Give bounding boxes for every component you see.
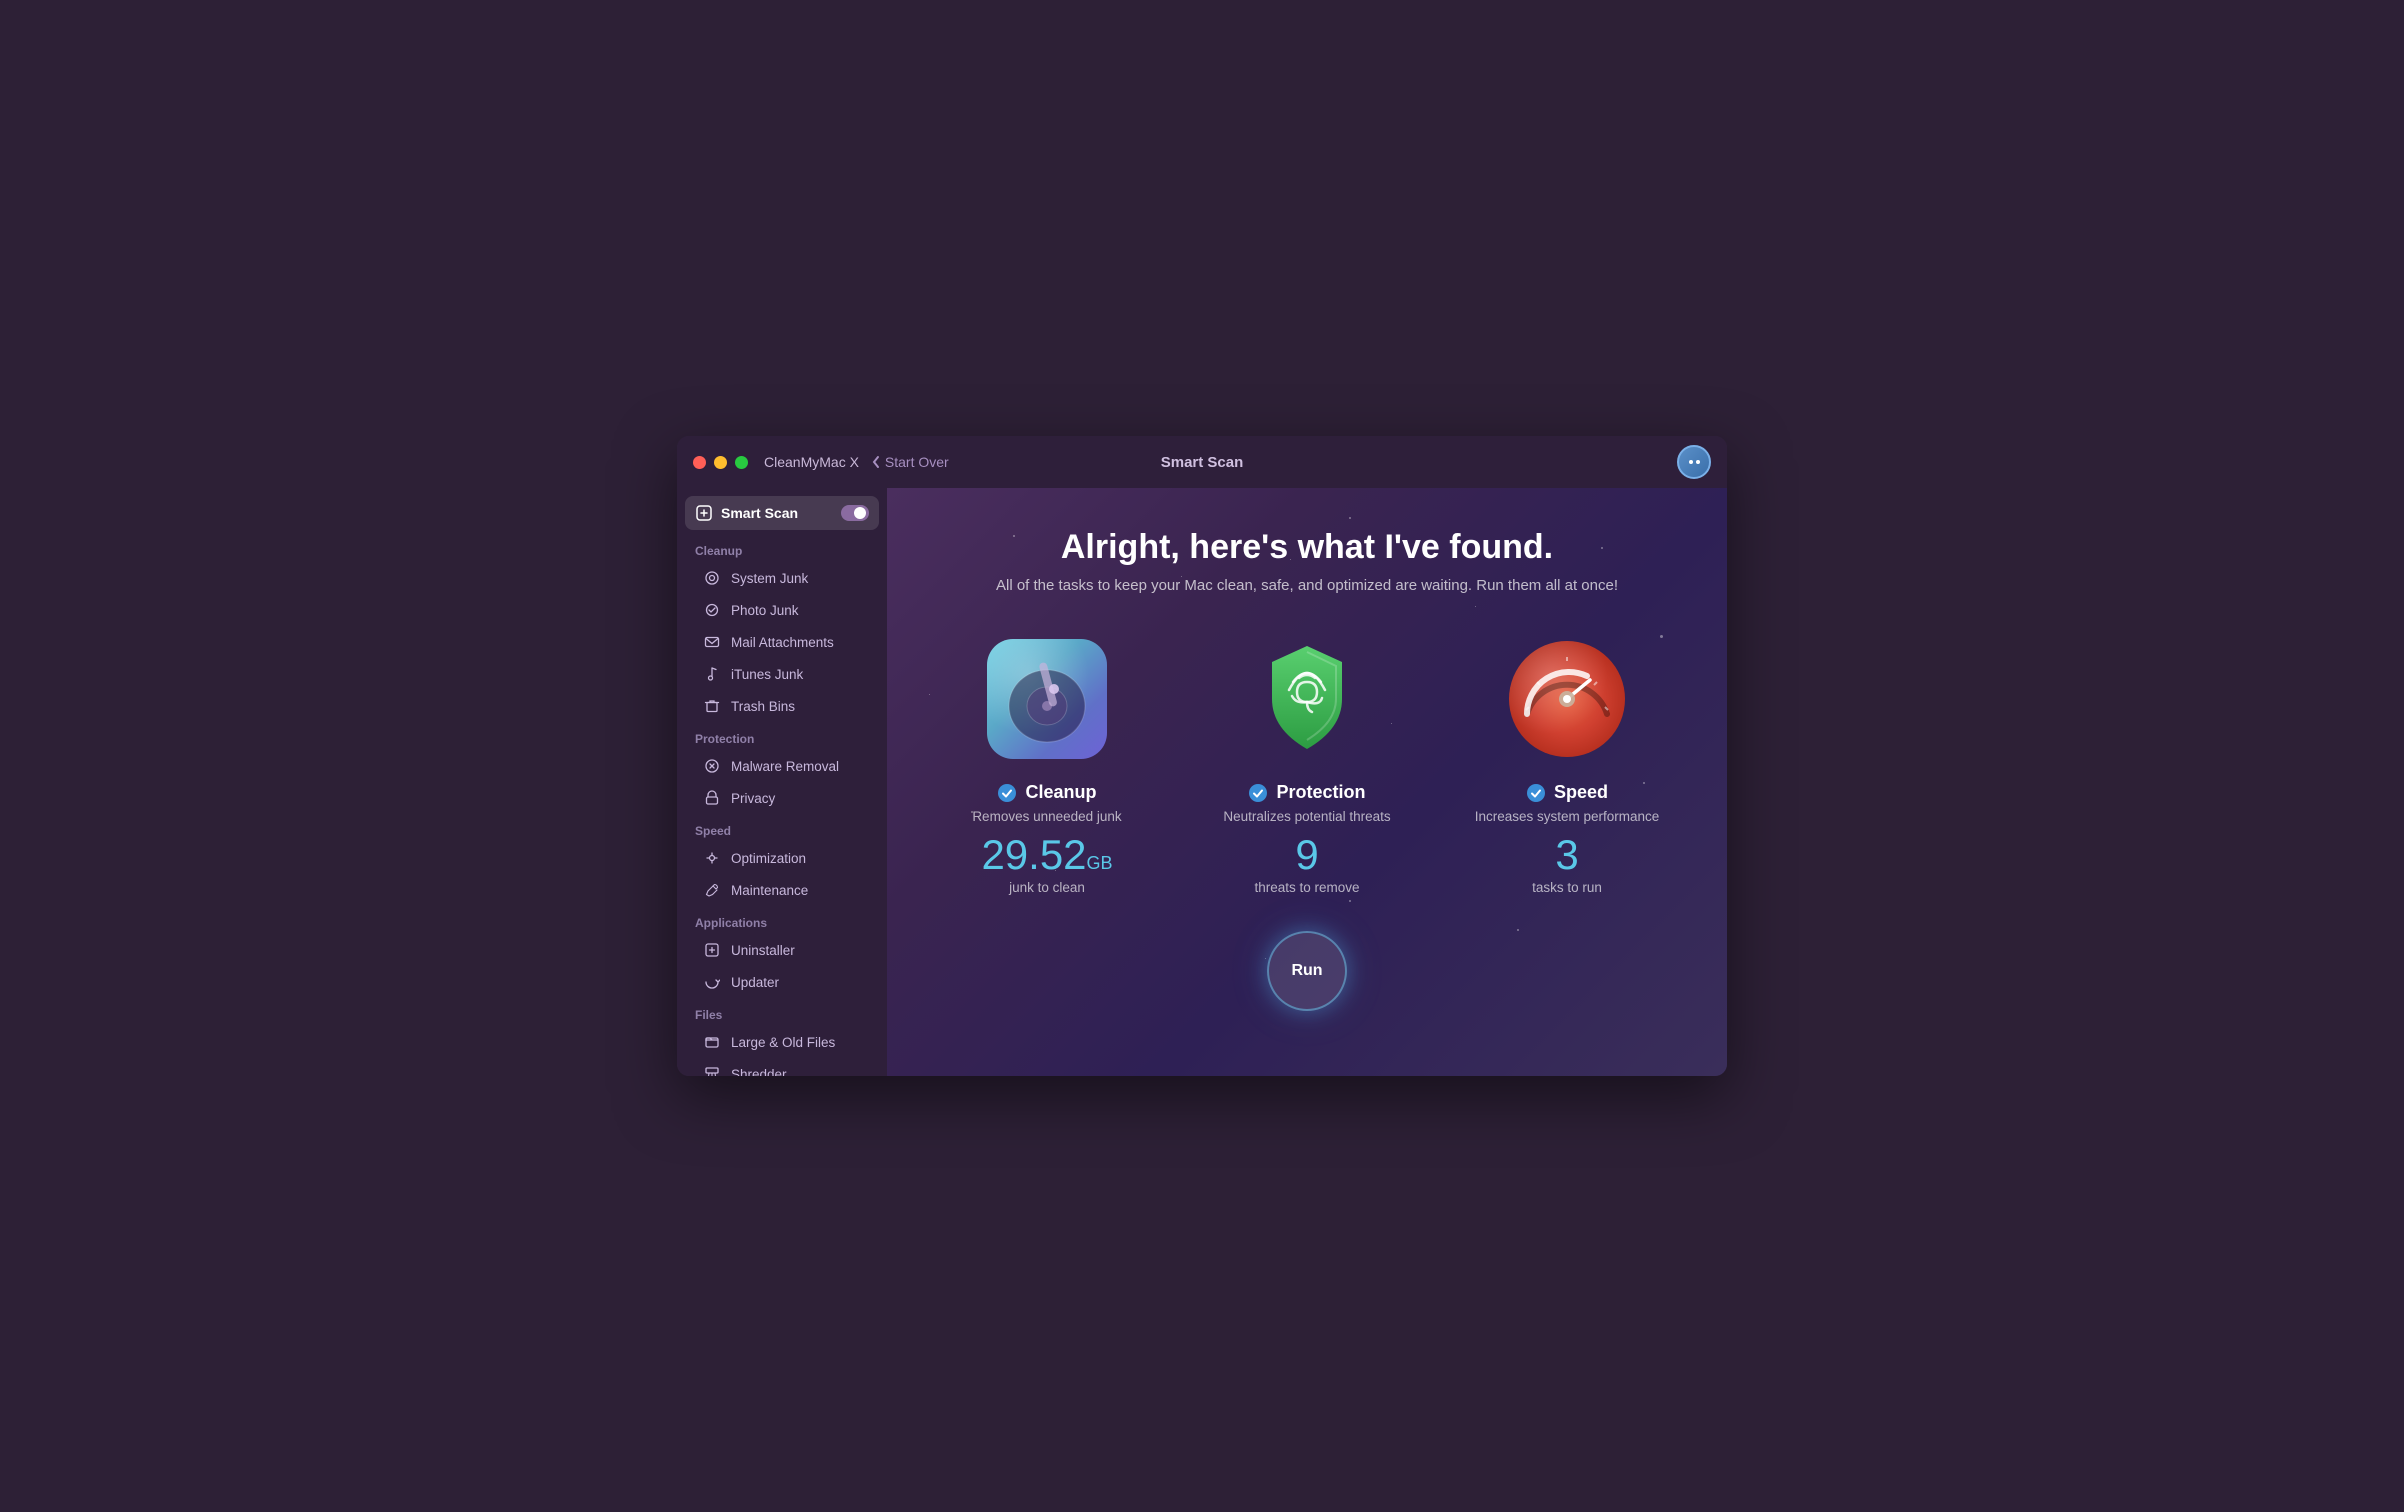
optimization-label: Optimization	[731, 851, 806, 866]
protection-value: 9	[1295, 834, 1318, 876]
system-junk-label: System Junk	[731, 571, 808, 586]
speed-check-icon	[1526, 783, 1546, 803]
photo-junk-icon	[703, 601, 721, 619]
titlebar: CleanMyMac X Start Over Smart Scan	[677, 436, 1727, 488]
mail-icon	[703, 633, 721, 651]
system-junk-icon	[703, 569, 721, 587]
cleanup-card: Cleanup Removes unneeded junk 29.52GB ju…	[937, 634, 1157, 895]
sidebar-item-malware-removal[interactable]: Malware Removal	[685, 750, 879, 782]
titlebar-right	[1677, 445, 1711, 479]
main-heading: Alright, here's what I've found.	[1061, 528, 1553, 567]
sidebar-item-updater[interactable]: Updater	[685, 966, 879, 998]
speed-value: 3	[1555, 834, 1578, 876]
updater-label: Updater	[731, 975, 779, 990]
cleanup-value-label: junk to clean	[1009, 880, 1085, 895]
malware-icon	[703, 757, 721, 775]
uninstaller-icon	[703, 941, 721, 959]
main-subheading: All of the tasks to keep your Mac clean,…	[996, 577, 1618, 594]
trash-icon	[703, 697, 721, 715]
nav-back[interactable]: Start Over	[871, 454, 949, 470]
protection-card-icon	[1242, 634, 1372, 764]
avatar-button[interactable]	[1677, 445, 1711, 479]
sidebar: Smart Scan Cleanup System Junk	[677, 488, 887, 1076]
window-title: Smart Scan	[1161, 454, 1244, 471]
files-icon	[703, 1033, 721, 1051]
protection-value-label: threats to remove	[1254, 880, 1359, 895]
speed-title: Speed	[1554, 782, 1608, 803]
cleanup-value: 29.52GB	[981, 834, 1112, 876]
itunes-junk-label: iTunes Junk	[731, 667, 803, 682]
sidebar-item-trash-bins[interactable]: Trash Bins	[685, 690, 879, 722]
app-window: CleanMyMac X Start Over Smart Scan	[677, 436, 1727, 1076]
files-section-label: Files	[677, 998, 887, 1026]
cards-row: Cleanup Removes unneeded junk 29.52GB ju…	[937, 634, 1677, 895]
itunes-icon	[703, 665, 721, 683]
sidebar-item-maintenance[interactable]: Maintenance	[685, 874, 879, 906]
sidebar-item-smart-scan[interactable]: Smart Scan	[685, 496, 879, 530]
shredder-label: Shredder	[731, 1067, 787, 1077]
smart-scan-toggle[interactable]	[841, 505, 869, 521]
maintenance-icon	[703, 881, 721, 899]
mail-attachments-label: Mail Attachments	[731, 635, 834, 650]
traffic-lights	[693, 456, 748, 469]
photo-junk-label: Photo Junk	[731, 603, 799, 618]
avatar-dots	[1689, 460, 1700, 464]
protection-title: Protection	[1276, 782, 1365, 803]
close-button[interactable]	[693, 456, 706, 469]
cleanup-title: Cleanup	[1025, 782, 1096, 803]
content-area: Smart Scan Cleanup System Junk	[677, 488, 1727, 1076]
large-old-files-label: Large & Old Files	[731, 1035, 835, 1050]
run-button[interactable]: Run	[1267, 931, 1347, 1011]
chevron-left-icon	[871, 455, 881, 469]
cleanup-desc: Removes unneeded junk	[972, 809, 1121, 824]
applications-section-label: Applications	[677, 906, 887, 934]
updater-icon	[703, 973, 721, 991]
trash-bins-label: Trash Bins	[731, 699, 795, 714]
speed-card: Speed Increases system performance 3 tas…	[1457, 634, 1677, 895]
cleanup-title-row: Cleanup	[997, 782, 1096, 803]
app-name: CleanMyMac X	[764, 454, 859, 470]
cleanup-card-icon	[982, 634, 1112, 764]
smart-scan-icon	[695, 504, 713, 522]
protection-card: Protection Neutralizes potential threats…	[1197, 634, 1417, 895]
optimization-icon	[703, 849, 721, 867]
sidebar-item-itunes-junk[interactable]: iTunes Junk	[685, 658, 879, 690]
sidebar-item-privacy[interactable]: Privacy	[685, 782, 879, 814]
protection-check-icon	[1248, 783, 1268, 803]
sidebar-item-photo-junk[interactable]: Photo Junk	[685, 594, 879, 626]
protection-title-row: Protection	[1248, 782, 1365, 803]
minimize-button[interactable]	[714, 456, 727, 469]
sidebar-item-shredder[interactable]: Shredder	[685, 1058, 879, 1076]
sidebar-item-optimization[interactable]: Optimization	[685, 842, 879, 874]
cleanup-check-icon	[997, 783, 1017, 803]
smart-scan-label: Smart Scan	[721, 505, 798, 521]
maintenance-label: Maintenance	[731, 883, 808, 898]
privacy-icon	[703, 789, 721, 807]
protection-section-label: Protection	[677, 722, 887, 750]
malware-removal-label: Malware Removal	[731, 759, 839, 774]
speed-section-label: Speed	[677, 814, 887, 842]
speed-card-icon	[1502, 634, 1632, 764]
protection-desc: Neutralizes potential threats	[1223, 809, 1390, 824]
sidebar-item-system-junk[interactable]: System Junk	[685, 562, 879, 594]
uninstaller-label: Uninstaller	[731, 943, 795, 958]
speed-title-row: Speed	[1526, 782, 1608, 803]
fullscreen-button[interactable]	[735, 456, 748, 469]
shredder-icon	[703, 1065, 721, 1076]
cleanup-section-label: Cleanup	[677, 534, 887, 562]
main-content: Alright, here's what I've found. All of …	[887, 488, 1727, 1076]
sidebar-item-mail-attachments[interactable]: Mail Attachments	[685, 626, 879, 658]
speed-desc: Increases system performance	[1475, 809, 1660, 824]
speed-value-label: tasks to run	[1532, 880, 1602, 895]
sidebar-item-uninstaller[interactable]: Uninstaller	[685, 934, 879, 966]
sidebar-item-large-old-files[interactable]: Large & Old Files	[685, 1026, 879, 1058]
privacy-label: Privacy	[731, 791, 775, 806]
